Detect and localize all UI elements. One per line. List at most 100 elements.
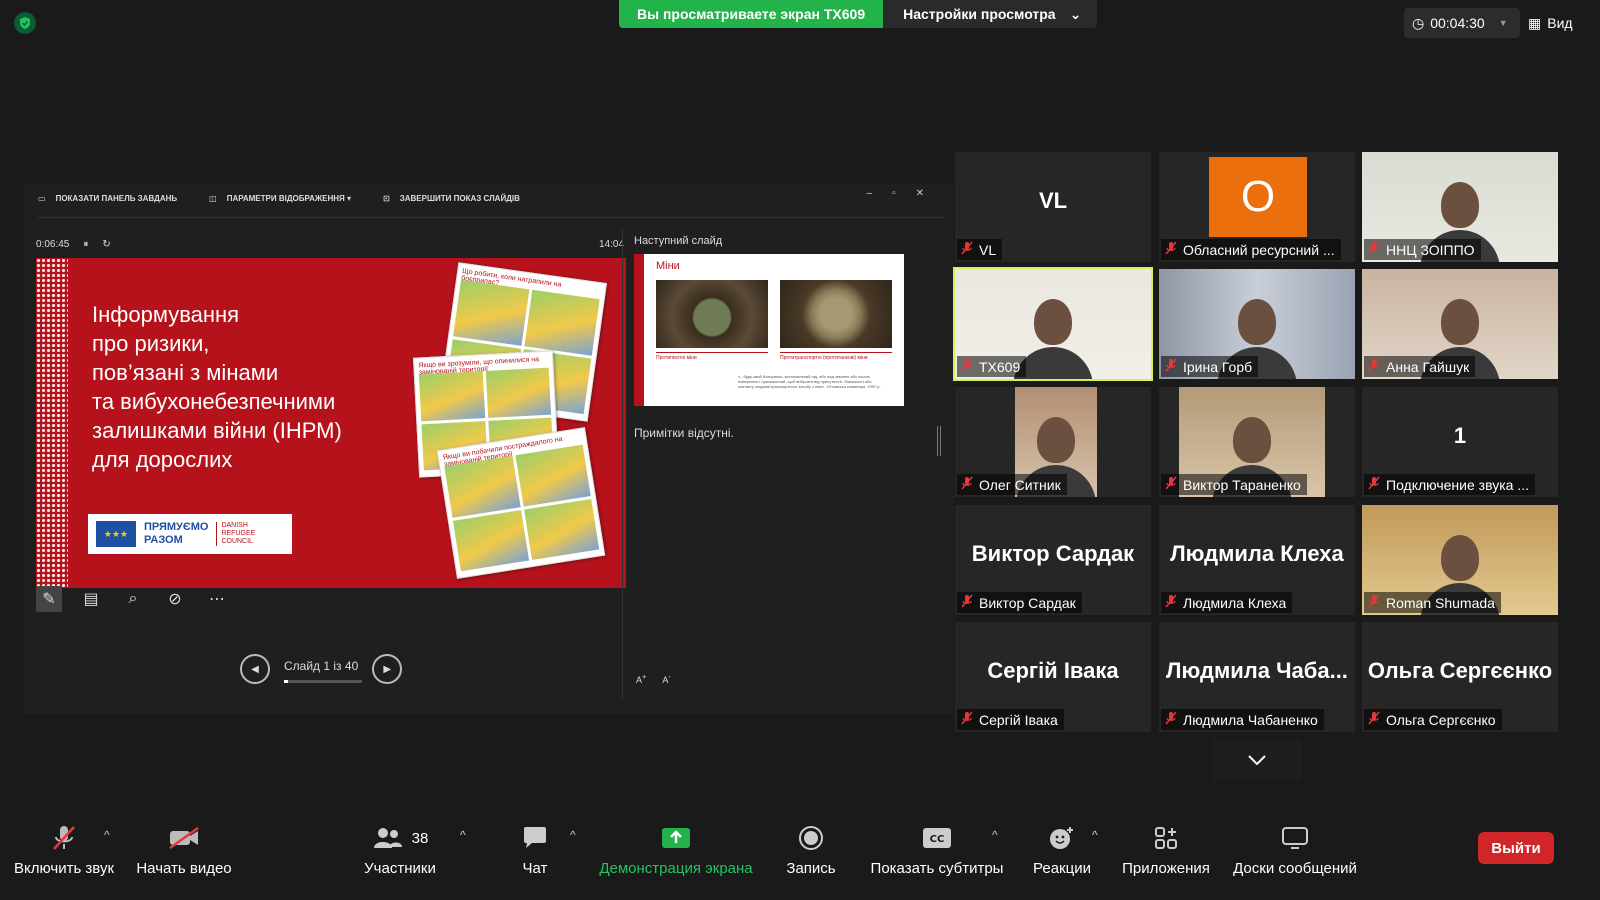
participant-tile[interactable]: ННЦ ЗОІППО xyxy=(1362,152,1558,262)
participant-tile[interactable]: Сергій Івака Сергій Івака xyxy=(955,622,1151,732)
captions-options-caret-icon[interactable]: ^ xyxy=(992,828,998,842)
font-increase-icon[interactable]: A+ xyxy=(636,672,646,685)
mic-muted-icon xyxy=(1165,358,1177,375)
timer-value: 00:04:30 xyxy=(1430,15,1485,31)
participant-display-name: Людмила Чаба... xyxy=(1166,658,1348,683)
mic-muted-icon xyxy=(961,358,973,375)
unmute-button[interactable]: Включить звук xyxy=(12,824,116,877)
participant-name: Сергій Івака xyxy=(979,711,1058,728)
participant-tile[interactable]: VL VL xyxy=(955,152,1151,262)
next-slide-preview[interactable]: Міни Протипіхотні міни Протитранспортні … xyxy=(634,254,904,406)
record-button[interactable]: Запись xyxy=(782,824,840,877)
gallery-next-page-button[interactable] xyxy=(1212,740,1302,780)
end-show-button[interactable]: ⊡ ЗАВЕРШИТИ ПОКАЗ СЛАЙДІВ xyxy=(383,194,520,203)
participant-display-name: Виктор Сардак xyxy=(971,541,1135,566)
zoom-icon[interactable]: ⌕ xyxy=(120,586,146,612)
chat-button[interactable]: Чат xyxy=(510,824,560,877)
drc-logo-text: DANISH REFUGEE COUNCIL xyxy=(216,522,255,546)
participant-tile[interactable]: Ірина Горб xyxy=(1159,269,1355,379)
restart-icon[interactable]: ↻ xyxy=(102,239,110,250)
participant-tile[interactable]: Олег Ситник xyxy=(955,387,1151,497)
record-label: Запись xyxy=(786,860,836,877)
participant-name-label: ННЦ ЗОІППО xyxy=(1364,239,1481,260)
see-all-slides-icon[interactable]: ▤ xyxy=(78,586,104,612)
participant-name-label: Roman Shumada xyxy=(1364,592,1501,613)
participant-name: Ірина Горб xyxy=(1183,358,1253,375)
participants-options-caret-icon[interactable]: ^ xyxy=(460,828,466,842)
participant-tile[interactable]: 1 Подключение звука ... xyxy=(1362,387,1558,497)
next-slide-label: Наступний слайд xyxy=(634,235,723,247)
person-silhouette xyxy=(1034,299,1072,345)
participant-name-label: Виктор Сардак xyxy=(957,592,1082,613)
participant-name-label: Анна Гайшук xyxy=(1364,356,1476,377)
mic-muted-icon xyxy=(1368,594,1380,611)
elapsed-time: 0:06:45 xyxy=(36,239,70,250)
unmute-label: Включить звук xyxy=(13,860,115,877)
whiteboards-button[interactable]: Доски сообщений xyxy=(1230,824,1360,877)
more-options-icon[interactable]: ⋯ xyxy=(204,586,230,612)
start-video-button[interactable]: Начать видео xyxy=(132,824,236,877)
font-decrease-icon[interactable]: A- xyxy=(662,672,671,685)
person-silhouette xyxy=(1037,417,1075,463)
previous-slide-icon[interactable]: ◀ xyxy=(240,654,270,684)
leave-button[interactable]: Выйти xyxy=(1478,832,1554,864)
mic-muted-icon xyxy=(1368,711,1380,728)
show-taskbar-button[interactable]: ▭ ПОКАЗАТИ ПАНЕЛЬ ЗАВДАНЬ xyxy=(38,194,177,203)
minimize-icon[interactable]: – xyxy=(867,188,873,199)
display-icon: ◫ xyxy=(209,194,217,203)
participant-tile[interactable]: Ольга Сергєєнко Ольга Сергєєнко xyxy=(1362,622,1558,732)
pause-icon[interactable]: ⏸ xyxy=(83,239,88,250)
participant-name: Людмила Чабаненко xyxy=(1183,711,1318,728)
comic-card: Якщо ви побачили постраждалого на заміно… xyxy=(436,427,606,579)
svg-text:CC: CC xyxy=(930,834,945,845)
slide-navigation: ◀ Слайд 1 із 40 ▶ xyxy=(240,654,403,684)
participant-tile[interactable]: Roman Shumada xyxy=(1362,505,1558,615)
participant-tile[interactable]: Виктор Сардак Виктор Сардак xyxy=(955,505,1151,615)
participant-name-label: VL xyxy=(957,239,1003,260)
view-button[interactable]: ▦ Вид xyxy=(1528,8,1573,38)
participant-name-label: Виктор Тараненко xyxy=(1161,474,1307,495)
mine-photo xyxy=(780,280,892,348)
captions-button[interactable]: CC Показать субтитры xyxy=(870,824,1004,877)
video-off-icon xyxy=(168,824,200,852)
black-screen-icon[interactable]: ⊘ xyxy=(162,586,188,612)
restore-icon[interactable]: ▫ xyxy=(892,188,896,199)
participant-display-name: Людмила Клеха xyxy=(1170,541,1344,566)
share-screen-icon xyxy=(661,824,691,852)
reactions-options-caret-icon[interactable]: ^ xyxy=(1092,828,1098,842)
participant-tile[interactable]: O Обласний ресурсний ... xyxy=(1159,152,1355,262)
close-icon[interactable]: ✕ xyxy=(916,188,924,199)
participant-name-label: Людмила Чабаненко xyxy=(1161,709,1324,730)
share-screen-button[interactable]: Демонстрация экрана xyxy=(598,824,754,877)
apps-button[interactable]: Приложения xyxy=(1120,824,1212,877)
participant-tile[interactable]: TX609 xyxy=(953,267,1153,381)
participant-tile[interactable]: Виктор Тараненко xyxy=(1159,387,1355,497)
participant-avatar: O xyxy=(1209,157,1307,237)
view-options-label: Настройки просмотра xyxy=(903,6,1056,22)
reactions-button[interactable]: Реакции xyxy=(1032,824,1092,877)
participants-button[interactable]: 38 Участники xyxy=(360,824,440,877)
window-controls: – ▫ ✕ xyxy=(867,188,925,199)
chat-options-caret-icon[interactable]: ^ xyxy=(570,828,576,842)
participant-tile[interactable]: Людмила Чаба... Людмила Чабаненко xyxy=(1159,622,1355,732)
participant-tile[interactable]: Людмила Клеха Людмила Клеха xyxy=(1159,505,1355,615)
pen-icon[interactable]: ✎ xyxy=(36,586,62,612)
security-shield-icon[interactable] xyxy=(14,12,36,34)
participant-display-name: Ольга Сергєєнко xyxy=(1367,658,1553,683)
chevron-down-icon xyxy=(1248,755,1266,765)
clock-icon: ◷ xyxy=(1412,14,1425,31)
audio-options-caret-icon[interactable]: ^ xyxy=(104,828,110,842)
mine-caption: Протипіхотні міни xyxy=(656,352,768,361)
view-options-dropdown[interactable]: Настройки просмотра ⌄ xyxy=(883,0,1097,28)
grid-view-icon: ▦ xyxy=(1528,14,1542,31)
next-slide-icon[interactable]: ▶ xyxy=(372,654,403,684)
participant-tile[interactable]: Анна Гайшук xyxy=(1362,269,1558,379)
mic-muted-icon xyxy=(1165,241,1177,258)
splitter-handle[interactable] xyxy=(937,426,941,456)
person-silhouette xyxy=(1441,535,1479,581)
participant-name-label: Обласний ресурсний ... xyxy=(1161,239,1341,260)
pane-divider xyxy=(622,229,623,699)
display-settings-button[interactable]: ◫ ПАРАМЕТРИ ВІДОБРАЖЕННЯ ▾ xyxy=(209,194,351,203)
meeting-timer[interactable]: ◷ 00:04:30 ▼ xyxy=(1404,8,1520,38)
participant-name-label: Подключение звука ... xyxy=(1364,474,1535,495)
